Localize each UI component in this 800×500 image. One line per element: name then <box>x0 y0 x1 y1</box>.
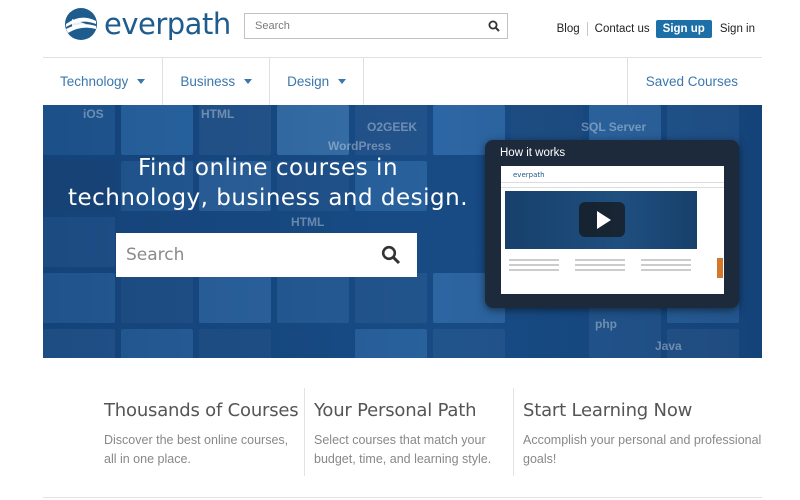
search-icon[interactable] <box>365 233 417 277</box>
mini-line <box>641 259 692 261</box>
feature-title: Thousands of Courses <box>104 400 299 421</box>
nav-label: Technology <box>60 74 129 89</box>
tile-label: HTML <box>201 107 235 121</box>
logo-text: everpath <box>104 7 231 41</box>
tile-label: O2GEEK <box>367 120 418 134</box>
mini-logo: everpath <box>513 171 545 179</box>
features-section: Thousands of Courses Discover the best o… <box>43 388 762 476</box>
tile-label: SQL Server <box>581 120 647 134</box>
how-it-works-video[interactable]: How it works everpath <box>485 140 739 308</box>
contact-link[interactable]: Contact us <box>595 23 650 35</box>
feature-start-learning: Start Learning Now Accomplish your perso… <box>513 388 762 476</box>
hero-search-input[interactable] <box>116 233 365 277</box>
everpath-logo-icon <box>65 8 97 40</box>
hero-banner: iOS HTML WordPress O2GEEK SQL Server HTM… <box>43 105 762 358</box>
hero-title-line: Find online courses in <box>137 155 399 181</box>
nav-design[interactable]: Design <box>270 58 365 105</box>
mini-feedback-tab <box>717 258 723 278</box>
nav-business[interactable]: Business <box>163 58 271 105</box>
mini-line <box>641 264 692 266</box>
feature-title: Start Learning Now <box>523 400 693 421</box>
mini-feature <box>641 256 697 271</box>
feature-personal-path: Your Personal Path Select courses that m… <box>304 388 513 476</box>
mini-line <box>509 264 560 266</box>
mini-nav-bar <box>501 182 724 188</box>
mini-line <box>575 259 626 261</box>
divider <box>43 497 762 498</box>
tile-label: WordPress <box>328 139 392 153</box>
nav-technology[interactable]: Technology <box>43 58 164 105</box>
feature-thousands-of-courses: Thousands of Courses Discover the best o… <box>43 388 304 476</box>
feature-text: Select courses that match your budget, t… <box>314 433 492 466</box>
tile-label: Java <box>655 339 682 353</box>
play-icon <box>596 210 611 229</box>
hero-title-line: technology, business and design. <box>67 185 469 211</box>
tile-label: php <box>595 317 617 331</box>
tile-label: iOS <box>83 107 104 121</box>
mini-line <box>509 269 560 271</box>
video-screen[interactable]: everpath <box>501 166 724 294</box>
signin-link[interactable]: Sign in <box>720 23 755 35</box>
video-label: How it works <box>500 147 566 159</box>
mini-line <box>575 264 626 266</box>
mini-line <box>575 269 626 271</box>
play-button[interactable] <box>579 202 625 237</box>
nav-label: Design <box>287 74 330 89</box>
mini-feature <box>509 256 565 271</box>
category-nav: Technology Business Design Saved Courses <box>43 57 762 105</box>
logo[interactable]: everpath <box>64 6 231 42</box>
caret-down-icon <box>244 79 253 84</box>
mini-line <box>641 269 692 271</box>
signup-button[interactable]: Sign up <box>655 20 712 38</box>
caret-down-icon <box>338 79 347 84</box>
blog-link[interactable]: Blog <box>557 23 580 35</box>
hero-search <box>116 233 417 277</box>
nav-label: Saved Courses <box>645 74 738 89</box>
mini-hero <box>505 191 697 249</box>
tile-label: HTML <box>291 215 325 229</box>
caret-down-icon <box>137 79 146 84</box>
feature-text: Discover the best online courses, all in… <box>104 433 289 466</box>
divider <box>586 22 588 36</box>
header-search <box>244 13 508 39</box>
feature-text: Accomplish your personal and professiona… <box>523 433 762 466</box>
search-icon[interactable] <box>481 14 507 38</box>
mini-line <box>509 259 560 261</box>
header-links: Blog Contact us Sign up Sign in <box>557 20 755 38</box>
hero-title: Find online courses in technology, busin… <box>43 153 493 213</box>
header-search-input[interactable] <box>245 14 481 38</box>
nav-saved-courses[interactable]: Saved Courses <box>626 58 762 105</box>
nav-label: Business <box>180 74 236 89</box>
feature-title: Your Personal Path <box>314 400 477 421</box>
mini-feature <box>575 256 631 271</box>
